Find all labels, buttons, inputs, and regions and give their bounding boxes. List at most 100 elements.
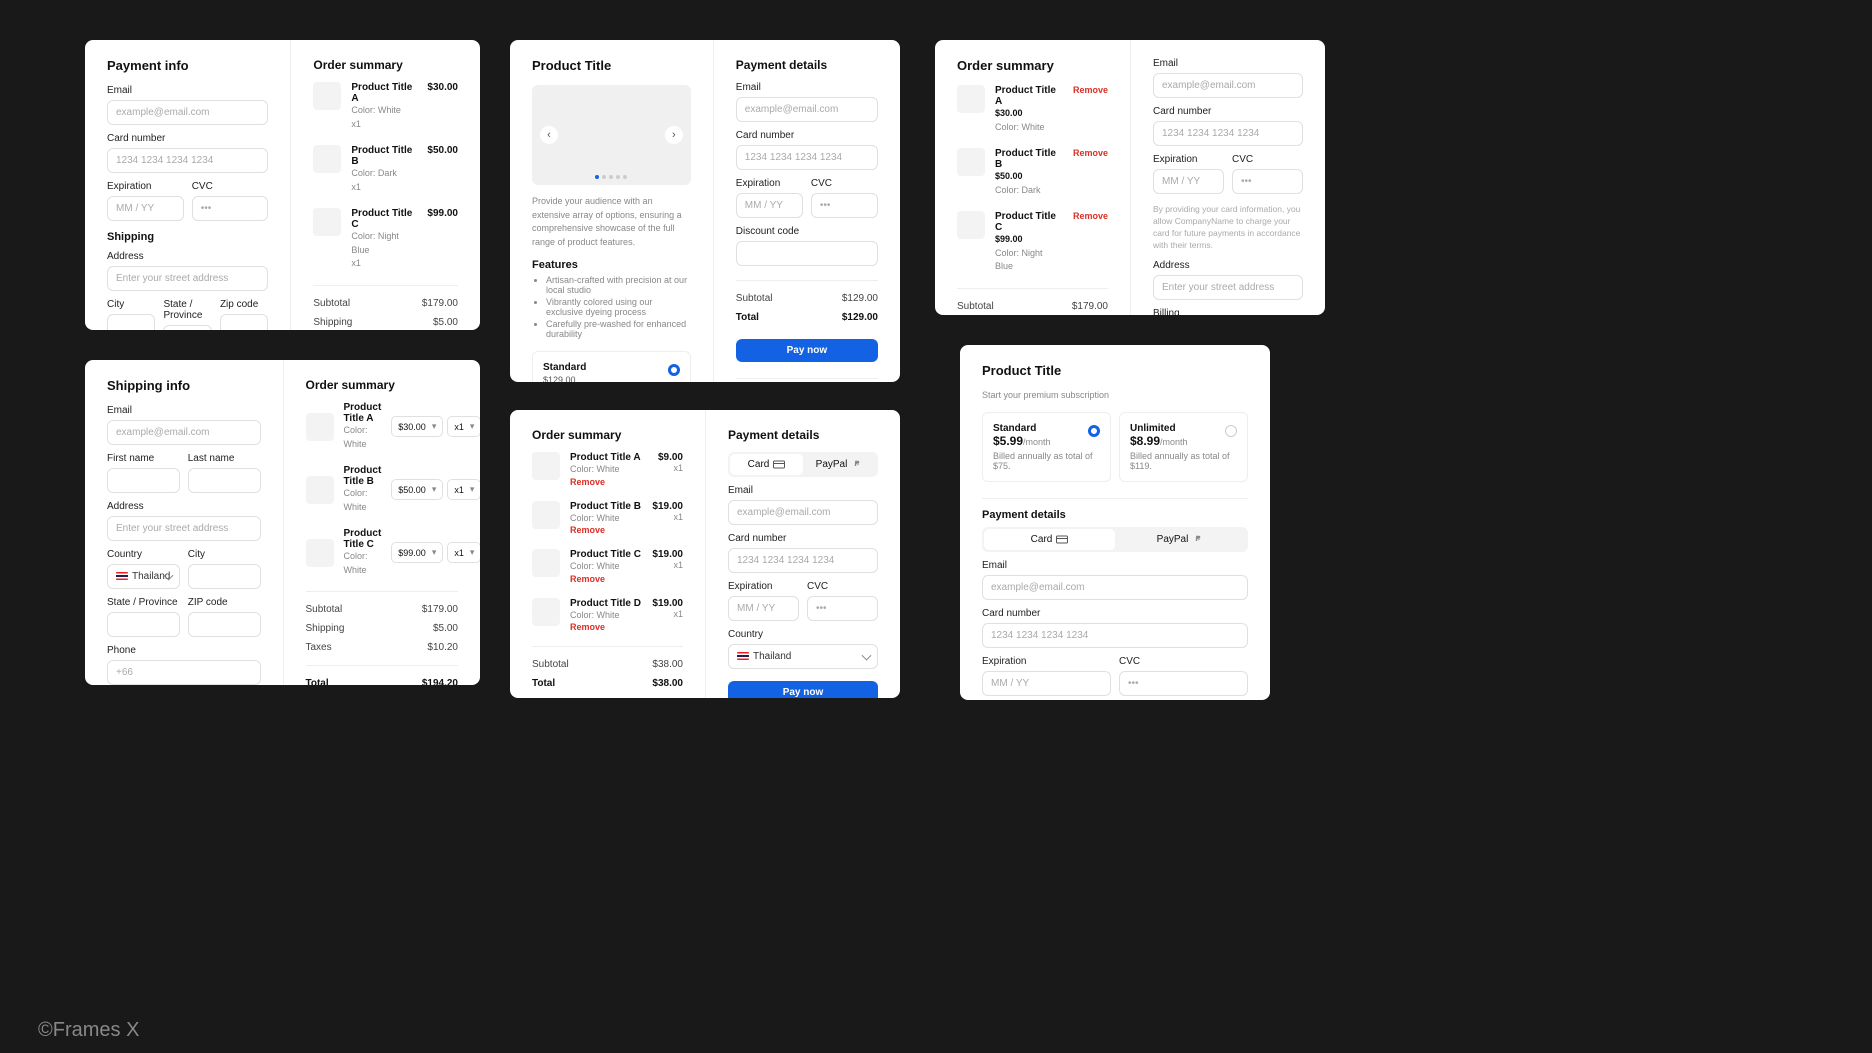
- email-input[interactable]: [982, 575, 1248, 600]
- radio-selected-icon: [1088, 425, 1100, 437]
- address-input[interactable]: [1153, 275, 1303, 300]
- label: Zip code: [220, 299, 268, 310]
- paypal-icon: [851, 460, 863, 469]
- qty-select[interactable]: x1 ▾: [447, 479, 480, 500]
- tier-option-standard[interactable]: Standard $129.00 Perfect for solo freela…: [532, 351, 691, 382]
- address-input[interactable]: [107, 516, 261, 541]
- payment-details-title: Payment details: [728, 428, 878, 442]
- label: City: [107, 299, 155, 310]
- remove-button[interactable]: Remove: [1073, 211, 1108, 221]
- cvc-input[interactable]: [192, 196, 269, 221]
- remove-button[interactable]: Remove: [570, 574, 642, 584]
- section-title: Payment info: [107, 58, 268, 73]
- feature-item: Artisan-crafted with precision at our lo…: [546, 275, 691, 295]
- section-title: Shipping info: [107, 378, 261, 393]
- product-title: Product Title: [532, 58, 691, 73]
- email-input[interactable]: [728, 500, 878, 525]
- plan-standard[interactable]: Standard $5.99/month Billed annually as …: [982, 412, 1111, 482]
- features-header: Features: [532, 259, 691, 271]
- payment-details-title: Payment details: [736, 58, 878, 72]
- cvc-input[interactable]: [1232, 169, 1303, 194]
- qty-select[interactable]: x1 ▾: [447, 416, 480, 437]
- subtitle: Start your premium subscription: [982, 390, 1248, 400]
- city-input[interactable]: [188, 564, 261, 589]
- order-item: Product Title AColor: Whitex1$30.00: [313, 82, 458, 131]
- city-input[interactable]: [107, 314, 155, 330]
- feature-item: Carefully pre-washed for enhanced durabi…: [546, 319, 691, 339]
- phone-input[interactable]: [107, 660, 261, 685]
- cvc-input[interactable]: [807, 596, 878, 621]
- gallery-next-button[interactable]: ›: [665, 126, 683, 144]
- zip-input[interactable]: [188, 612, 261, 637]
- card-input[interactable]: [728, 548, 878, 573]
- card-input[interactable]: [736, 145, 878, 170]
- pay-button[interactable]: Pay now: [736, 339, 878, 362]
- email-input[interactable]: [107, 420, 261, 445]
- card-input[interactable]: [107, 148, 268, 173]
- paypal-icon: [1192, 535, 1204, 544]
- card-icon: [1056, 535, 1068, 544]
- radio-unselected-icon: [1225, 425, 1237, 437]
- address-input[interactable]: [107, 266, 268, 291]
- thumbnail: [313, 145, 341, 173]
- exp-input[interactable]: [736, 193, 803, 218]
- radio-selected-icon: [668, 364, 680, 376]
- image-gallery: ‹ ›: [532, 85, 691, 185]
- country-select[interactable]: Thailand: [728, 644, 878, 669]
- order-summary-title: Order summary: [532, 428, 683, 442]
- price-select[interactable]: $30.00 ▾: [391, 416, 443, 437]
- pay-button[interactable]: Pay now: [728, 681, 878, 698]
- flag-icon: [737, 652, 749, 660]
- tab-paypal[interactable]: PayPal: [1115, 529, 1246, 550]
- tab-paypal[interactable]: PayPal: [803, 454, 876, 475]
- card-input[interactable]: [1153, 121, 1303, 146]
- state-input[interactable]: [163, 325, 211, 330]
- cvc-input[interactable]: [1119, 671, 1248, 696]
- zip-input[interactable]: [220, 314, 268, 330]
- email-input[interactable]: [107, 100, 268, 125]
- card-input[interactable]: [982, 623, 1248, 648]
- watermark: ©Frames X: [38, 1019, 139, 1042]
- tab-card[interactable]: Card: [984, 529, 1115, 550]
- email-input[interactable]: [1153, 73, 1303, 98]
- order-item: Product Title BColor: Darkx1$50.00: [313, 145, 458, 194]
- remove-button[interactable]: Remove: [570, 622, 642, 632]
- product-title: Product Title: [982, 363, 1248, 378]
- gallery-prev-button[interactable]: ‹: [540, 126, 558, 144]
- order-summary-title: Order summary: [957, 58, 1108, 73]
- remove-button[interactable]: Remove: [1073, 85, 1108, 95]
- remove-button[interactable]: Remove: [570, 477, 648, 487]
- state-input[interactable]: [107, 612, 180, 637]
- subscription-card: Product Title Start your premium subscri…: [960, 345, 1270, 700]
- qty-select[interactable]: x1 ▾: [447, 542, 480, 563]
- order-item: Product Title CColor: Night Bluex1$99.00: [313, 208, 458, 271]
- accordion-billing[interactable]: Billing address: [736, 378, 878, 382]
- country-select[interactable]: Thailand: [107, 564, 180, 589]
- label: Card number: [107, 133, 268, 144]
- price-select[interactable]: $99.00 ▾: [391, 542, 443, 563]
- remove-button[interactable]: Remove: [570, 525, 642, 535]
- order-summary-title: Order summary: [306, 378, 459, 392]
- order-summary-card: Order summary Product Title A$30.00Color…: [935, 40, 1325, 315]
- discount-input[interactable]: [736, 241, 878, 266]
- payment-details-title: Payment details: [982, 509, 1248, 521]
- email-input[interactable]: [736, 97, 878, 122]
- exp-input[interactable]: [107, 196, 184, 221]
- exp-input[interactable]: [728, 596, 799, 621]
- flag-icon: [116, 572, 128, 580]
- last-name-input[interactable]: [188, 468, 261, 493]
- cvc-input[interactable]: [811, 193, 878, 218]
- first-name-input[interactable]: [107, 468, 180, 493]
- shipping-info-card: Shipping info Email First name Last name…: [85, 360, 480, 685]
- tab-card[interactable]: Card: [730, 454, 803, 475]
- card-icon: [773, 460, 785, 469]
- shipping-header: Shipping: [107, 231, 268, 243]
- order-summary-title: Order summary: [313, 58, 458, 72]
- order-with-gift-card: Order summary Product Title AColor: Whit…: [510, 410, 900, 698]
- price-select[interactable]: $50.00 ▾: [391, 479, 443, 500]
- plan-unlimited[interactable]: Unlimited $8.99/month Billed annually as…: [1119, 412, 1248, 482]
- exp-input[interactable]: [1153, 169, 1224, 194]
- exp-input[interactable]: [982, 671, 1111, 696]
- thumbnail: [313, 82, 341, 110]
- remove-button[interactable]: Remove: [1073, 148, 1108, 158]
